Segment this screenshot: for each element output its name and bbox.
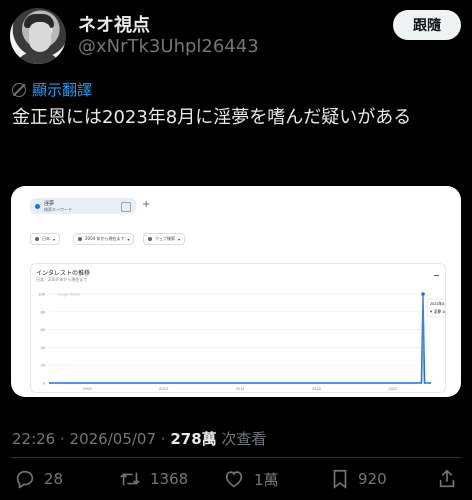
like-button[interactable]: 1萬 bbox=[222, 468, 279, 490]
tooltip-date: 2023年8月 bbox=[430, 301, 445, 306]
retweet-icon bbox=[120, 472, 140, 486]
y-tick-label: 0 bbox=[43, 381, 46, 386]
y-tick-label: 40 bbox=[41, 345, 46, 350]
region-icon bbox=[35, 237, 39, 241]
search-sub: 検索キーワード bbox=[44, 207, 72, 212]
avatar[interactable] bbox=[10, 8, 66, 64]
y-tick-label: 80 bbox=[41, 309, 46, 314]
x-tick-label: 2018 bbox=[312, 386, 322, 391]
web-icon bbox=[148, 237, 152, 241]
x-tick-label: 2014 bbox=[236, 386, 246, 391]
series-line bbox=[49, 293, 431, 384]
avatar-shoulder bbox=[14, 52, 62, 64]
retweet-button[interactable]: 1368 bbox=[118, 468, 188, 490]
translate-label: 顯示翻譯 bbox=[32, 81, 93, 99]
trend-chart: 0 20 40 60 80 100 Google Trends 2006 2010 2014 201… bbox=[38, 292, 445, 391]
divider bbox=[10, 457, 462, 458]
tweet-text: 金正恩には2023年8月に淫夢を嗜んだ疑いがある bbox=[12, 107, 412, 128]
reply-icon bbox=[16, 470, 34, 489]
y-tick-label: 100 bbox=[38, 292, 45, 297]
source-note: Google Trends bbox=[57, 293, 80, 297]
share-icon bbox=[439, 469, 455, 488]
tweet-media[interactable]: 淫夢 検索キーワード + 日本 ▾ 2004 年から現在まで ▾ ウェブ検索 ▾… bbox=[11, 186, 461, 397]
translate-icon bbox=[12, 82, 26, 97]
avatar-face bbox=[29, 22, 51, 52]
bookmark-button[interactable]: 920 bbox=[330, 468, 387, 490]
x-tick-label: 2006 bbox=[83, 386, 93, 391]
view-count: 278萬 bbox=[170, 430, 217, 448]
translate-link[interactable]: 顯示翻譯 bbox=[12, 79, 92, 100]
retweet-count: 1368 bbox=[150, 470, 189, 488]
peak-point bbox=[421, 292, 425, 296]
reply-count: 28 bbox=[44, 470, 64, 488]
like-count: 1萬 bbox=[254, 470, 279, 489]
filter-type[interactable]: ウェブ検索 ▾ bbox=[143, 233, 186, 245]
heart-icon bbox=[225, 471, 243, 488]
tweet-time: 22:26 bbox=[12, 430, 56, 448]
handle[interactable]: @xNrTk3Uhpl26443 bbox=[78, 36, 259, 57]
share-button[interactable] bbox=[436, 468, 458, 490]
filter-region[interactable]: 日本 ▾ bbox=[30, 233, 61, 245]
tweet-meta: 22:26 · 2026/05/07 · 278萬 次查看 bbox=[12, 430, 267, 448]
tooltip-dot bbox=[430, 310, 433, 313]
view-label: 次查看 bbox=[221, 430, 267, 448]
bookmark-count: 920 bbox=[358, 470, 387, 488]
follow-button[interactable]: 跟隨 bbox=[393, 10, 461, 40]
display-name[interactable]: ネオ視点 bbox=[78, 11, 150, 37]
search-chip[interactable]: 淫夢 検索キーワード bbox=[30, 198, 136, 214]
x-tick-label: 2022 bbox=[388, 386, 398, 391]
series-dot-icon bbox=[35, 204, 40, 209]
x-tick-label: 2010 bbox=[159, 386, 169, 391]
filter-time[interactable]: 2004 年から現在まで ▾ bbox=[73, 233, 135, 245]
reply-button[interactable]: 28 bbox=[14, 468, 63, 490]
trend-card: インタレストの推移 日本 · 2004 年から現在まで 0 20 40 60 80 100… bbox=[30, 263, 446, 393]
add-term-icon[interactable]: + bbox=[142, 199, 150, 210]
search-term: 淫夢 bbox=[44, 201, 55, 207]
tooltip-value: 淫夢 100 bbox=[434, 309, 445, 314]
y-tick-label: 20 bbox=[41, 363, 46, 368]
y-tick-label: 60 bbox=[41, 327, 46, 332]
compare-icon bbox=[121, 202, 131, 212]
bookmark-icon bbox=[333, 469, 347, 489]
tweet-date: 2026/05/07 bbox=[69, 430, 157, 448]
calendar-icon bbox=[78, 237, 82, 241]
